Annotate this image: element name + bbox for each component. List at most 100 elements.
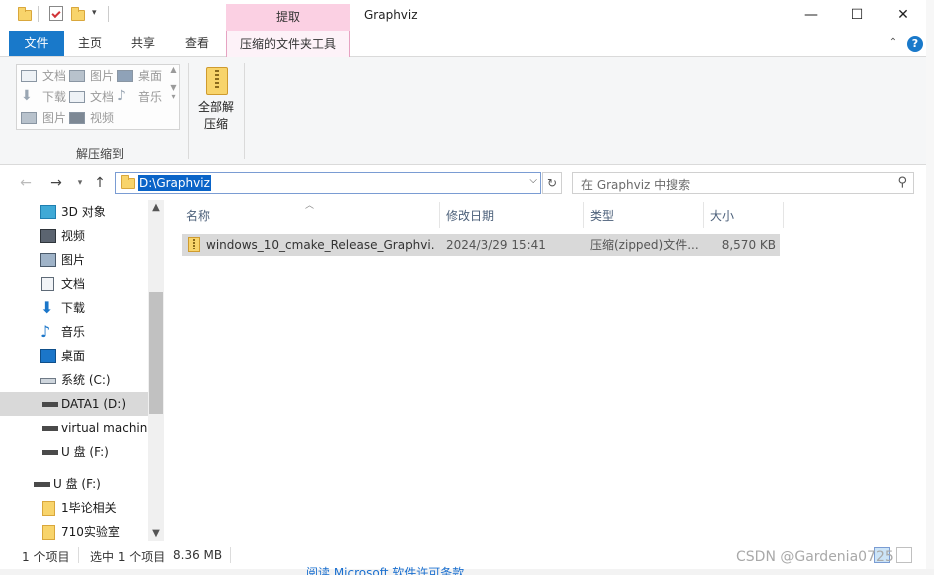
group-label-extract-to: 解压缩到 bbox=[75, 147, 124, 161]
dest-pictures-2[interactable]: 图片 bbox=[21, 108, 66, 128]
up-button[interactable]: ↑ bbox=[90, 173, 110, 193]
address-dropdown-icon[interactable]: ⌵ bbox=[529, 175, 537, 186]
minimize-button[interactable]: — bbox=[788, 0, 834, 31]
qat-dropdown-icon[interactable]: ▾ bbox=[92, 8, 97, 18]
documents-icon bbox=[41, 277, 54, 291]
ribbon-divider bbox=[244, 63, 245, 159]
nav-item-folder-710[interactable]: 710实验室 bbox=[0, 520, 148, 541]
desktop-icon bbox=[117, 70, 133, 82]
watermark: CSDN @Gardenia0725 bbox=[736, 549, 894, 565]
column-header-size[interactable]: 大小 bbox=[704, 206, 782, 228]
folder-icon bbox=[42, 501, 55, 516]
usb-drive-icon bbox=[34, 482, 50, 487]
background-link: 阅读 Microsoft 软件许可条款 bbox=[306, 566, 465, 575]
downloads-icon: ⬇ bbox=[21, 88, 33, 104]
forward-button[interactable]: → bbox=[46, 173, 66, 193]
downloads-icon: ⬇ bbox=[40, 298, 54, 317]
documents-icon bbox=[69, 91, 85, 103]
nav-label: 系统 (C:) bbox=[61, 373, 111, 387]
nav-item-virtual-machine[interactable]: virtual machine bbox=[0, 416, 148, 440]
tab-file[interactable]: 文件 bbox=[9, 31, 64, 56]
extract-destinations: 文档 图片 桌面 ⬇ 下载 文档 ♪ 音乐 图片 视频 bbox=[16, 64, 180, 130]
nav-item-music[interactable]: ♪ 音乐 bbox=[0, 320, 148, 344]
maximize-button[interactable]: ☐ bbox=[834, 0, 880, 31]
collapse-ribbon-icon[interactable]: ⌃ bbox=[886, 37, 900, 51]
nav-scrollbar[interactable]: ▲ ▼ bbox=[148, 200, 164, 541]
music-icon: ♪ bbox=[117, 88, 126, 104]
folder-icon bbox=[18, 7, 32, 21]
nav-scroll-thumb[interactable] bbox=[149, 292, 163, 414]
nav-item-desktop[interactable]: 桌面 bbox=[0, 344, 148, 368]
column-header-type[interactable]: 类型 bbox=[584, 206, 702, 228]
destinations-scroll[interactable]: ▲ ▼ ▾ bbox=[168, 65, 179, 129]
status-selected: 选中 1 个项目 bbox=[90, 550, 166, 564]
dest-pictures[interactable]: 图片 bbox=[69, 66, 114, 86]
new-folder-icon[interactable] bbox=[71, 7, 85, 21]
nav-label: U 盘 (F:) bbox=[61, 445, 109, 459]
zip-folder-icon bbox=[206, 67, 228, 95]
back-button[interactable]: ← bbox=[16, 173, 36, 193]
status-divider bbox=[230, 547, 231, 563]
dest-documents-2[interactable]: 文档 bbox=[69, 87, 114, 107]
nav-item-downloads[interactable]: ⬇ 下载 bbox=[0, 296, 148, 320]
usb-drive-icon bbox=[42, 450, 58, 455]
nav-label: 文档 bbox=[61, 277, 86, 291]
column-divider[interactable] bbox=[783, 202, 784, 228]
dest-videos[interactable]: 视频 bbox=[69, 108, 114, 128]
desktop-icon bbox=[40, 349, 56, 363]
help-icon[interactable]: ? bbox=[907, 36, 923, 52]
column-header-modified[interactable]: 修改日期 bbox=[440, 206, 582, 228]
folder-icon bbox=[42, 525, 55, 540]
nav-item-documents[interactable]: 文档 bbox=[0, 272, 148, 296]
scroll-down-icon[interactable]: ▼ bbox=[148, 528, 164, 539]
nav-item-usb-f-root[interactable]: U 盘 (F:) bbox=[0, 472, 148, 496]
file-modified: 2024/3/29 15:41 bbox=[446, 238, 546, 252]
pictures-icon bbox=[69, 70, 85, 82]
dest-music[interactable]: ♪ 音乐 bbox=[117, 87, 162, 107]
tab-share[interactable]: 共享 bbox=[122, 31, 164, 56]
nav-label: 视频 bbox=[61, 229, 86, 243]
dest-downloads[interactable]: ⬇ 下载 bbox=[21, 87, 66, 107]
table-row[interactable]: windows_10_cmake_Release_Graphvi... 2024… bbox=[182, 234, 780, 256]
title-bar: ▾ 提取 Graphviz — ☐ ✕ bbox=[0, 0, 934, 31]
extract-all-button[interactable]: 全部解 压缩 bbox=[194, 65, 238, 137]
column-header-name[interactable]: 名称 bbox=[180, 206, 438, 228]
scroll-up-icon[interactable]: ▲ bbox=[148, 202, 164, 213]
nav-item-system-c[interactable]: 系统 (C:) bbox=[0, 368, 148, 392]
pictures-icon bbox=[21, 112, 37, 124]
system-drive-icon bbox=[40, 378, 56, 384]
search-input[interactable]: 在 Graphviz 中搜索 ⚲ bbox=[572, 172, 914, 194]
dest-desktop[interactable]: 桌面 bbox=[117, 66, 162, 86]
dest-documents[interactable]: 文档 bbox=[21, 66, 66, 86]
recent-locations-icon[interactable]: ▾ bbox=[70, 173, 90, 193]
nav-item-pictures[interactable]: 图片 bbox=[0, 248, 148, 272]
large-icons-view-icon[interactable] bbox=[896, 547, 912, 563]
nav-label: 3D 对象 bbox=[61, 205, 106, 219]
search-icon: ⚲ bbox=[897, 175, 907, 190]
3d-objects-icon bbox=[40, 205, 56, 219]
context-tab-extract[interactable]: 提取 bbox=[226, 4, 350, 31]
ribbon: 文档 图片 桌面 ⬇ 下载 文档 ♪ 音乐 图片 视频 ▲ ▼ ▾ 解压缩到 全部解 压缩 bbox=[0, 57, 934, 165]
tab-view[interactable]: 查看 bbox=[176, 31, 218, 56]
refresh-button[interactable]: ↻ bbox=[542, 172, 562, 194]
nav-item-videos[interactable]: 视频 bbox=[0, 224, 148, 248]
properties-icon[interactable] bbox=[49, 6, 63, 21]
close-button[interactable]: ✕ bbox=[880, 0, 926, 31]
drive-icon bbox=[42, 426, 58, 431]
videos-icon bbox=[69, 112, 85, 124]
title-divider bbox=[38, 6, 39, 22]
nav-item-data1-d[interactable]: DATA1 (D:) bbox=[0, 392, 148, 416]
navigation-pane: 3D 对象 视频 图片 文档 ⬇ 下载 ♪ 音乐 桌面 系统 (C:) DATA… bbox=[0, 200, 164, 541]
tab-home[interactable]: 主页 bbox=[70, 31, 110, 56]
address-input[interactable]: D:\Graphviz ⌵ bbox=[115, 172, 541, 194]
nav-label: 图片 bbox=[61, 253, 86, 267]
nav-item-folder-1[interactable]: 1毕论相关 bbox=[0, 496, 148, 520]
nav-item-3d-objects[interactable]: 3D 对象 bbox=[0, 200, 148, 224]
pictures-icon bbox=[40, 253, 56, 267]
tab-compressed-folder-tools[interactable]: 压缩的文件夹工具 bbox=[226, 31, 350, 58]
drive-icon bbox=[42, 402, 58, 407]
nav-label: 710实验室 bbox=[61, 525, 120, 539]
nav-label: 音乐 bbox=[61, 325, 86, 339]
nav-item-usb-f[interactable]: U 盘 (F:) bbox=[0, 440, 148, 464]
address-path: D:\Graphviz bbox=[138, 175, 211, 191]
